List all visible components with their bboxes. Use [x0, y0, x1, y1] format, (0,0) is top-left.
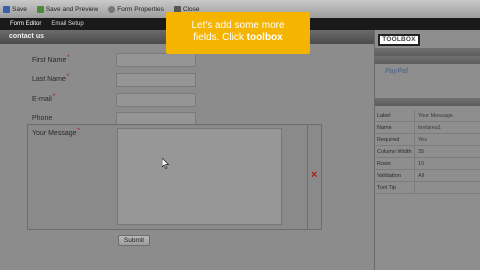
preview-icon	[36, 5, 44, 13]
toolbox-tab[interactable]: TOOLBOX	[378, 34, 420, 46]
property-key: Tool Tip	[375, 182, 415, 193]
tooltip-line-2: fields. Click toolbox	[193, 32, 283, 43]
required-star: *	[77, 128, 80, 134]
tooltip-line-1: Let's add some more	[191, 20, 285, 31]
required-star: *	[67, 55, 70, 61]
property-key: Name	[375, 122, 415, 133]
property-row: Rows 10	[375, 158, 480, 170]
property-row: Required Yes	[375, 134, 480, 146]
first-name-input[interactable]	[116, 53, 196, 67]
property-value[interactable]: 10	[415, 161, 424, 167]
required-star: *	[66, 74, 70, 80]
tutorial-tooltip: Let's add some more fields. Click toolbo…	[166, 12, 310, 54]
property-key: Label	[375, 110, 415, 121]
property-row: Column Width 35	[375, 146, 480, 158]
submit-button[interactable]: Submit	[118, 235, 150, 246]
message-label: Your Message*	[32, 128, 80, 137]
form-properties-label: Form Properties	[117, 5, 164, 13]
field-divider	[307, 124, 308, 230]
property-value[interactable]: textarea1	[415, 125, 441, 131]
save-button[interactable]: Save	[3, 5, 27, 13]
property-row: Tool Tip	[375, 182, 480, 194]
property-row: Label Your Message	[375, 110, 480, 122]
payment-section-header	[375, 56, 480, 64]
mouse-cursor-icon	[162, 158, 170, 169]
property-key: Validation	[375, 170, 415, 181]
property-row: Name textarea1	[375, 122, 480, 134]
last-name-label: Last Name*	[32, 74, 70, 83]
property-value[interactable]: 35	[415, 149, 424, 155]
disk-icon	[3, 5, 10, 13]
property-key: Column Width	[375, 146, 415, 157]
delete-field-icon[interactable]: ×	[311, 170, 317, 181]
property-row: Validation All	[375, 170, 480, 182]
properties-section-header	[375, 98, 480, 106]
last-name-input[interactable]	[116, 73, 196, 87]
tab-form-editor[interactable]: Form Editor	[10, 21, 41, 27]
property-key: Rows	[375, 158, 415, 169]
save-and-preview-button[interactable]: Save and Preview	[36, 5, 99, 13]
property-value[interactable]: All	[415, 173, 424, 179]
form-properties-button[interactable]: Form Properties	[108, 5, 164, 13]
gear-icon	[108, 5, 116, 13]
tab-email-setup[interactable]: Email Setup	[51, 21, 83, 27]
required-star: *	[52, 94, 56, 100]
property-value[interactable]: Your Message	[415, 113, 453, 119]
paypal-tool[interactable]: PayPal	[385, 68, 408, 75]
toolbox-section-header	[375, 48, 480, 56]
message-textarea[interactable]	[117, 128, 282, 225]
property-key: Required	[375, 134, 415, 145]
email-input[interactable]	[116, 93, 196, 107]
phone-label: Phone	[32, 115, 53, 122]
save-button-label: Save	[12, 5, 27, 13]
property-value[interactable]: Yes	[415, 137, 427, 143]
first-name-label: First Name*	[32, 55, 70, 64]
email-label: E-mail*	[32, 94, 56, 103]
properties-table: Label Your Message Name textarea1 Requir…	[375, 110, 480, 194]
save-and-preview-label: Save and Preview	[45, 5, 99, 13]
